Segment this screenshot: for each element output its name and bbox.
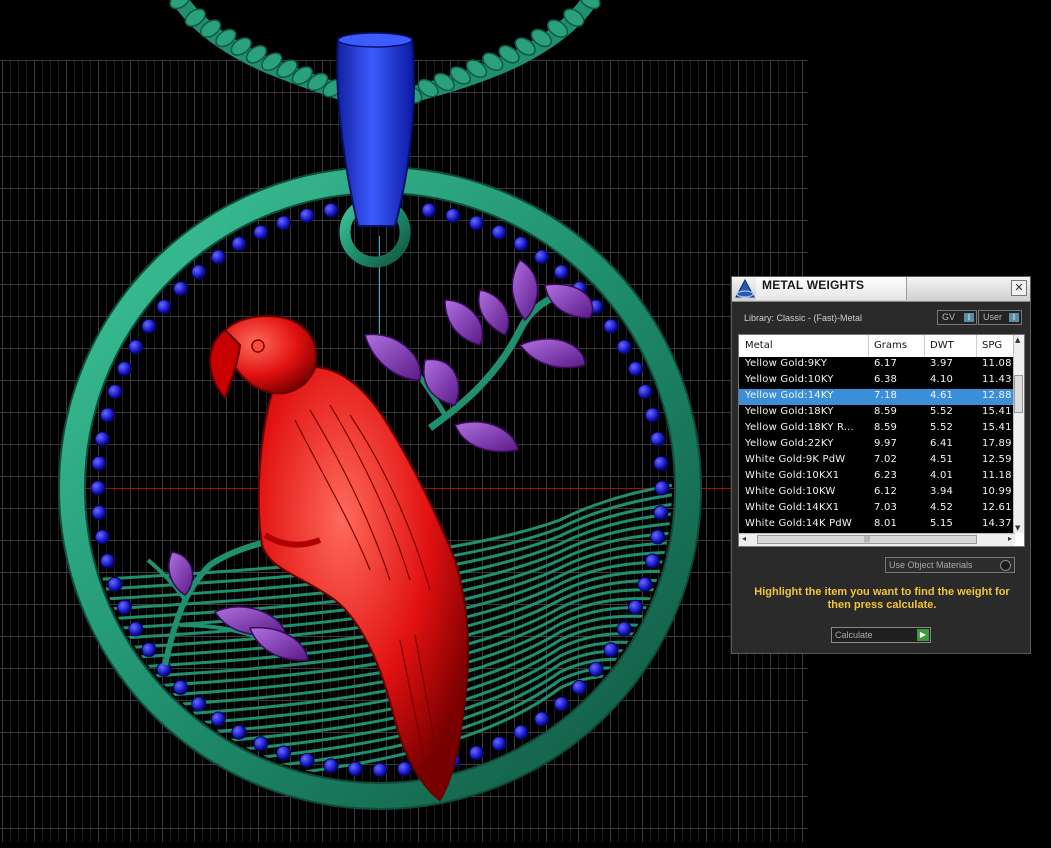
- table-row[interactable]: White Gold:9K PdW 7.02 4.51 12.59: [739, 453, 1015, 469]
- close-icon: ✕: [1014, 281, 1024, 294]
- table-row[interactable]: Yellow Gold:22KY 9.97 6.41 17.89: [739, 437, 1015, 453]
- vertical-scrollbar[interactable]: ▲ ▼: [1013, 335, 1024, 533]
- cell-metal: Yellow Gold:18KY R...: [745, 422, 854, 433]
- cell-metal: White Gold:14KX1: [745, 502, 840, 513]
- cell-spg: 11.08: [982, 358, 1012, 369]
- metal-weights-table[interactable]: Metal Grams DWT SPG Yellow Gold:9KY 6.17 3…: [738, 334, 1025, 547]
- cell-metal: Yellow Gold:10KY: [745, 374, 834, 385]
- cell-dwt: 4.61: [930, 390, 954, 401]
- scroll-down-icon[interactable]: ▼: [1015, 524, 1020, 532]
- cell-dwt: 6.41: [930, 438, 954, 449]
- table-header: Metal Grams DWT SPG: [739, 335, 1015, 358]
- cell-grams: 6.17: [874, 358, 898, 369]
- scroll-right-icon[interactable]: ▸: [1008, 534, 1012, 543]
- bail: [336, 37, 415, 227]
- scroll-left-icon[interactable]: ◂: [742, 534, 746, 543]
- table-row[interactable]: Yellow Gold:9KY 6.17 3.97 11.08: [739, 357, 1015, 373]
- cell-grams: 8.59: [874, 422, 898, 433]
- cell-dwt: 3.94: [930, 486, 954, 497]
- column-header-grams[interactable]: Grams: [874, 340, 907, 351]
- table-row[interactable]: White Gold:10KW 6.12 3.94 10.99: [739, 485, 1015, 501]
- cell-grams: 7.02: [874, 454, 898, 465]
- toggle-indicator-icon: I: [1009, 313, 1019, 322]
- table-row[interactable]: White Gold:14K PdW 8.01 5.15 14.37: [739, 517, 1015, 533]
- column-header-dwt[interactable]: DWT: [930, 340, 954, 351]
- vertical-scroll-thumb[interactable]: [1014, 375, 1023, 413]
- cell-spg: 14.37: [982, 518, 1012, 529]
- instruction-text: Highlight the item you want to find the …: [754, 586, 1010, 611]
- table-row[interactable]: Yellow Gold:18KY 8.59 5.52 15.41: [739, 405, 1015, 421]
- cell-spg: 12.88: [982, 390, 1012, 401]
- play-icon: ▶: [917, 629, 929, 641]
- cell-grams: 9.97: [874, 438, 898, 449]
- table-row[interactable]: Yellow Gold:14KY 7.18 4.61 12.88: [739, 389, 1015, 405]
- cell-dwt: 5.52: [930, 422, 954, 433]
- gv-toggle-label: GV: [942, 312, 956, 322]
- cell-spg: 11.18: [982, 470, 1012, 481]
- horizontal-scrollbar[interactable]: ◂ ||| ▸: [739, 533, 1015, 546]
- cell-grams: 6.12: [874, 486, 898, 497]
- cell-spg: 12.59: [982, 454, 1012, 465]
- cell-grams: 7.03: [874, 502, 898, 513]
- gv-toggle-button[interactable]: GV I: [937, 310, 977, 325]
- panel-titlebar[interactable]: METAL WEIGHTS ✕: [732, 277, 1030, 302]
- toggle-indicator-icon: I: [964, 313, 974, 322]
- use-object-materials-label: Use Object Materials: [889, 560, 973, 570]
- table-row[interactable]: Yellow Gold:10KY 6.38 4.10 11.43: [739, 373, 1015, 389]
- cell-dwt: 4.51: [930, 454, 954, 465]
- cell-metal: Yellow Gold:14KY: [745, 390, 834, 401]
- calculate-button[interactable]: Calculate ▶: [831, 627, 931, 643]
- horizontal-scroll-thumb[interactable]: |||: [757, 535, 977, 544]
- panel-title: METAL WEIGHTS: [762, 278, 865, 292]
- cell-spg: 11.43: [982, 374, 1012, 385]
- user-toggle-label: User: [983, 312, 1003, 322]
- cell-metal: White Gold:10KW: [745, 486, 836, 497]
- cell-metal: White Gold:10KX1: [745, 470, 840, 481]
- cell-dwt: 3.97: [930, 358, 954, 369]
- cell-metal: White Gold:14K PdW: [745, 518, 852, 529]
- cell-metal: Yellow Gold:22KY: [745, 438, 834, 449]
- scroll-up-icon[interactable]: ▲: [1015, 336, 1020, 344]
- cell-grams: 8.01: [874, 518, 898, 529]
- cell-spg: 10.99: [982, 486, 1012, 497]
- radio-icon[interactable]: [1000, 560, 1011, 571]
- cell-spg: 17.89: [982, 438, 1012, 449]
- cell-dwt: 5.15: [930, 518, 954, 529]
- cell-spg: 15.41: [982, 422, 1012, 433]
- metal-weights-panel: METAL WEIGHTS ✕ Library: Classic - (Fast…: [731, 276, 1031, 654]
- cell-grams: 8.59: [874, 406, 898, 417]
- cell-dwt: 4.01: [930, 470, 954, 481]
- app-logo-icon: [735, 278, 755, 298]
- upper-branch: [364, 258, 594, 453]
- use-object-materials-option[interactable]: Use Object Materials: [885, 557, 1015, 573]
- cell-grams: 7.18: [874, 390, 898, 401]
- table-row[interactable]: White Gold:10KX1 6.23 4.01 11.18: [739, 469, 1015, 485]
- cell-spg: 12.61: [982, 502, 1012, 513]
- cell-dwt: 5.52: [930, 406, 954, 417]
- close-button[interactable]: ✕: [1011, 280, 1027, 296]
- column-header-metal[interactable]: Metal: [745, 340, 773, 351]
- cell-dwt: 4.52: [930, 502, 954, 513]
- cell-dwt: 4.10: [930, 374, 954, 385]
- cell-spg: 15.41: [982, 406, 1012, 417]
- cell-metal: Yellow Gold:9KY: [745, 358, 827, 369]
- column-header-spg[interactable]: SPG: [982, 340, 1002, 351]
- calculate-label: Calculate: [835, 630, 873, 640]
- cell-metal: White Gold:9K PdW: [745, 454, 846, 465]
- cell-grams: 6.23: [874, 470, 898, 481]
- table-row[interactable]: Yellow Gold:18KY R... 8.59 5.52 15.41: [739, 421, 1015, 437]
- cell-metal: Yellow Gold:18KY: [745, 406, 834, 417]
- cell-grams: 6.38: [874, 374, 898, 385]
- library-label: Library: Classic - (Fast)-Metal: [744, 313, 863, 323]
- user-toggle-button[interactable]: User I: [978, 310, 1022, 325]
- table-row[interactable]: White Gold:14KX1 7.03 4.52 12.61: [739, 501, 1015, 517]
- panel-title-tab: METAL WEIGHTS: [756, 277, 907, 300]
